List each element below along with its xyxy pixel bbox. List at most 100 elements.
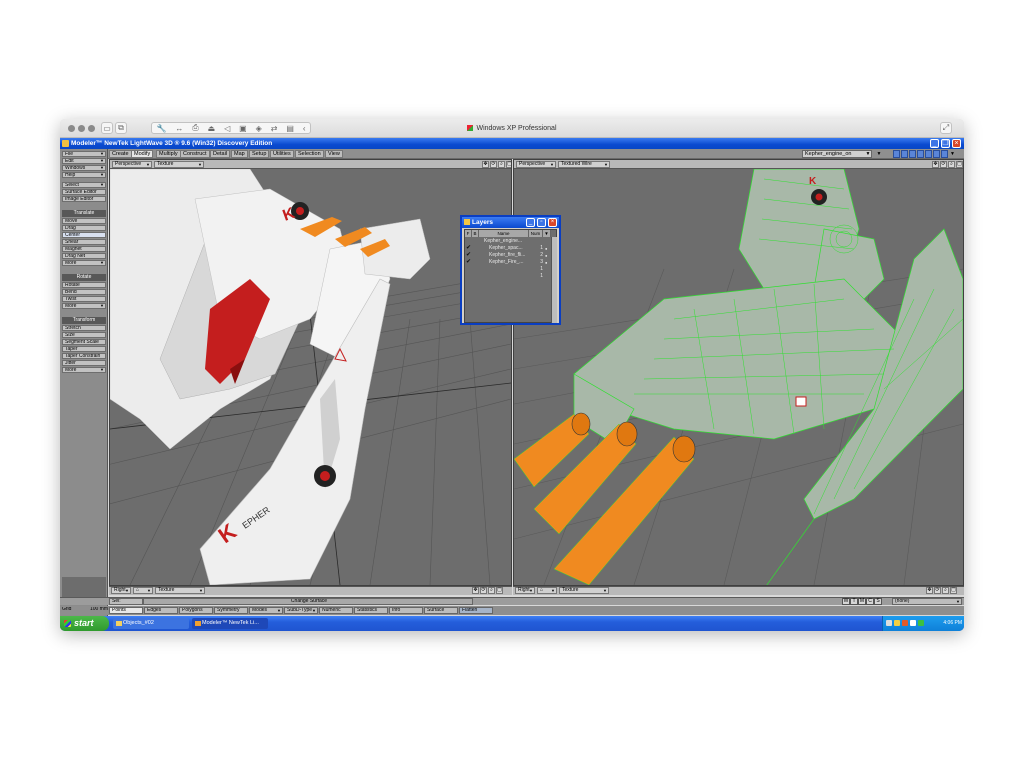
statistics-button[interactable]: Statistics (354, 607, 388, 614)
column-num[interactable]: Num (529, 230, 543, 237)
fullscreen-icon[interactable]: ⤢ (940, 122, 952, 134)
drag-net-button[interactable]: Drag Net (62, 253, 106, 260)
view-type-select[interactable]: Perspective (516, 161, 556, 168)
layer-row[interactable]: ✔ Kepher_spac... 1 ● (465, 245, 551, 252)
column-options[interactable]: ▼ (543, 230, 551, 237)
checkmark-icon[interactable]: ✔ (466, 252, 471, 259)
minimize-icon[interactable]: _ (526, 218, 535, 227)
layer-row[interactable]: ✔ Kepher_fire_fli... 2 ● (465, 252, 551, 259)
surface-button[interactable]: Surface (424, 607, 458, 614)
drag-button[interactable]: Drag (62, 225, 106, 232)
view-type-select[interactable]: Right (515, 587, 535, 594)
view-options-select[interactable]: ⌂ (537, 587, 557, 594)
zoom-icon[interactable]: ⌕ (498, 161, 505, 168)
update-icon[interactable] (918, 620, 924, 626)
view-type-select[interactable]: Right (111, 587, 131, 594)
jitter-button[interactable]: Jitter (62, 360, 106, 367)
select-menu[interactable]: Select (62, 182, 106, 189)
tab-construct[interactable]: Construct (180, 150, 210, 158)
center-button[interactable]: Center (62, 232, 106, 239)
bend-button[interactable]: Bend (62, 289, 106, 296)
layers-panel[interactable]: Layers _ ▫ × F B Name Num ▼ Kepher_engin… (460, 215, 561, 325)
column-foreground[interactable]: F (465, 230, 472, 237)
layer-row-empty[interactable]: 1 (465, 273, 551, 280)
rotate-button[interactable]: Rotate (62, 282, 106, 289)
view-type-select[interactable]: Perspective (112, 161, 152, 168)
close-icon[interactable]: × (548, 218, 557, 227)
restore-icon[interactable]: ▫ (537, 218, 546, 227)
rotate-view-icon[interactable]: ⟳ (480, 587, 487, 594)
tab-setup[interactable]: Setup (249, 150, 270, 158)
info-button[interactable]: Info (389, 607, 423, 614)
layer-bank-icon[interactable] (941, 150, 948, 158)
modes-menu[interactable]: Modes (249, 607, 283, 614)
checkmark-icon[interactable]: ✔ (466, 259, 471, 266)
zoom-icon[interactable]: ⌕ (942, 587, 949, 594)
perspective-scene-left[interactable]: K EPHER K (110, 169, 511, 585)
maximize-viewport-icon[interactable]: ▢ (496, 587, 503, 594)
view-options-select[interactable]: ⌂ (133, 587, 153, 594)
numeric-button[interactable]: Numeric (319, 607, 353, 614)
vmap-texture-button[interactable]: T (850, 598, 858, 605)
stretch-button[interactable]: Stretch (62, 325, 106, 332)
task-objects-folder[interactable]: Objects_#02 (113, 618, 189, 629)
tab-view[interactable]: View (325, 150, 343, 158)
layer-bank-icon[interactable] (909, 150, 916, 158)
vmap-select-button[interactable]: S (874, 598, 882, 605)
viewport-left[interactable]: Perspective Texture ✥ ⟳ ⌕ ▢ (109, 159, 512, 586)
translate-more-menu[interactable]: More (62, 260, 106, 267)
shield-icon[interactable] (902, 620, 908, 626)
vmap-select[interactable]: (none) (892, 598, 962, 605)
layer-bank-icon[interactable] (901, 150, 908, 158)
help-menu[interactable]: Help (62, 172, 106, 179)
layer-row-empty[interactable]: 1 (465, 266, 551, 273)
pan-icon[interactable]: ✥ (482, 161, 489, 168)
rotate-view-icon[interactable]: ⟳ (490, 161, 497, 168)
taper-button[interactable]: Taper (62, 346, 106, 353)
twist-button[interactable]: Twist (62, 296, 106, 303)
points-mode-button[interactable]: Points (109, 607, 143, 614)
transform-more-menu[interactable]: More (62, 367, 106, 374)
shear-button[interactable]: Shear (62, 239, 106, 246)
layer-bank-icon[interactable] (917, 150, 924, 158)
render-mode-select[interactable]: Textured Wire (558, 161, 610, 168)
zoom-icon[interactable]: ⌕ (948, 161, 955, 168)
image-editor-button[interactable]: Image Editor (62, 196, 106, 203)
rotate-view-icon[interactable]: ⟳ (934, 587, 941, 594)
render-mode-select[interactable]: Texture (559, 587, 609, 594)
edit-menu[interactable]: Edit (62, 158, 106, 165)
polygons-mode-button[interactable]: Polygons (179, 607, 213, 614)
tab-modify[interactable]: Modify (131, 150, 154, 158)
taper-constrain-button[interactable]: Taper Constrain (62, 353, 106, 360)
layer-bank-icon[interactable] (893, 150, 900, 158)
tab-detail[interactable]: Detail (210, 150, 231, 158)
subd-type-menu[interactable]: SubD-Type (284, 607, 318, 614)
pan-icon[interactable]: ✥ (932, 161, 939, 168)
size-button[interactable]: Size (62, 332, 106, 339)
vmap-weight-button[interactable]: W (842, 598, 850, 605)
tab-map[interactable]: Map (231, 150, 248, 158)
surface-editor-button[interactable]: Surface Editor (62, 189, 106, 196)
checkmark-icon[interactable]: ✔ (466, 245, 471, 252)
magnet-button[interactable]: Magnet (62, 246, 106, 253)
layers-list[interactable]: F B Name Num ▼ Kepher_engine... ✔ Kepher… (464, 229, 557, 323)
tab-multiply[interactable]: Multiply (156, 150, 181, 158)
column-name[interactable]: Name (479, 230, 529, 237)
layer-bank-icon[interactable] (933, 150, 940, 158)
chevron-down-icon[interactable]: ▼ (875, 150, 883, 158)
rotate-view-icon[interactable]: ⟳ (940, 161, 947, 168)
windows-menu[interactable]: Windows (62, 165, 106, 172)
minimize-icon[interactable]: _ (930, 139, 939, 148)
file-menu[interactable]: File (62, 151, 106, 158)
tab-utilities[interactable]: Utilities (270, 150, 294, 158)
pan-icon[interactable]: ✥ (926, 587, 933, 594)
task-modeler[interactable]: Modeler™ NewTek Li... (192, 618, 268, 629)
maximize-viewport-icon[interactable]: ▢ (950, 587, 957, 594)
restore-icon[interactable]: ❐ (941, 139, 950, 148)
maximize-viewport-icon[interactable]: ▢ (956, 161, 963, 168)
edges-mode-button[interactable]: Edges (144, 607, 178, 614)
layer-bank-icon[interactable] (925, 150, 932, 158)
layer-row[interactable]: Kepher_engine... (465, 238, 551, 245)
maximize-viewport-icon[interactable]: ▢ (506, 161, 511, 168)
segment-scale-button[interactable]: Segment Scale (62, 339, 106, 346)
